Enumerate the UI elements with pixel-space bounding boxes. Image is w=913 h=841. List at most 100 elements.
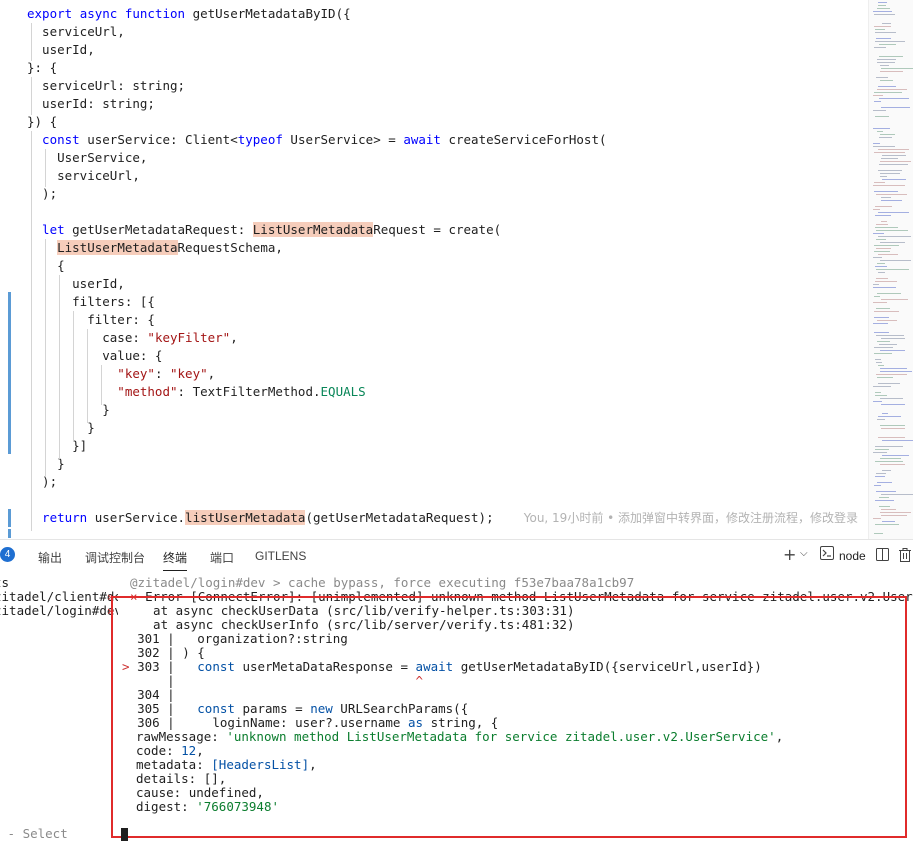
terminal-task-item[interactable]: zitadel/client#dev bbox=[0, 590, 118, 604]
minimap-line bbox=[875, 281, 897, 282]
trash-icon[interactable] bbox=[899, 548, 911, 566]
code-line[interactable]: }: { bbox=[27, 59, 57, 77]
minimap-line bbox=[873, 323, 888, 324]
minimap-line bbox=[874, 353, 892, 354]
terminal-icon[interactable] bbox=[820, 546, 834, 564]
minimap-line bbox=[873, 284, 879, 285]
chevron-down-icon[interactable]: ⌵ bbox=[800, 548, 808, 559]
code-line[interactable]: } bbox=[27, 419, 95, 437]
minimap-line bbox=[882, 155, 906, 156]
minimap-line bbox=[874, 92, 902, 93]
minimap-line bbox=[873, 128, 890, 129]
minimap-line bbox=[878, 236, 911, 237]
terminal-task-item[interactable]: ts bbox=[0, 576, 9, 590]
minimap-line bbox=[875, 227, 898, 228]
code-line[interactable]: } bbox=[27, 401, 110, 419]
minimap-line bbox=[881, 197, 891, 198]
minimap-line bbox=[873, 386, 891, 387]
terminal-profile-label[interactable]: node bbox=[839, 549, 866, 563]
minimap-line bbox=[882, 470, 891, 471]
terminal-header-line: @zitadel/login#dev > cache bypass, force… bbox=[130, 575, 635, 590]
git-blame-annotation: You, 19小时前 • 添加弹窗中转界面，修改注册流程，修改登录 bbox=[523, 511, 859, 525]
tab-gitlens[interactable]: GITLENS bbox=[255, 549, 306, 563]
active-tab-underline bbox=[163, 570, 187, 571]
minimap-line bbox=[876, 473, 886, 474]
minimap-line bbox=[874, 251, 890, 252]
minimap-line bbox=[874, 152, 905, 153]
minimap-line bbox=[876, 374, 907, 375]
code-line[interactable]: filter: { bbox=[27, 311, 155, 329]
minimap-line bbox=[879, 44, 896, 45]
minimap-line bbox=[880, 512, 911, 513]
code-line[interactable]: export async function getUserMetadataByI… bbox=[27, 5, 351, 23]
minimap-line bbox=[875, 500, 894, 501]
code-line[interactable]: serviceUrl, bbox=[27, 167, 140, 185]
minimap-line bbox=[877, 131, 883, 132]
code-line[interactable]: }] bbox=[27, 437, 87, 455]
code-line[interactable]: "key": "key", bbox=[27, 365, 215, 383]
minimap-line bbox=[878, 437, 905, 438]
minimap-line bbox=[877, 62, 895, 63]
error-highlight-box bbox=[111, 596, 907, 838]
minimap-line bbox=[875, 41, 905, 42]
minimap-line bbox=[880, 350, 905, 351]
minimap-line bbox=[875, 116, 889, 117]
tab-debug-console[interactable]: 调试控制台 bbox=[85, 549, 145, 566]
minimap-line bbox=[880, 71, 903, 72]
indent-guide bbox=[45, 149, 46, 187]
code-line[interactable]: let getUserMetadataRequest: ListUserMeta… bbox=[27, 221, 501, 239]
split-icon[interactable] bbox=[876, 548, 889, 565]
code-line[interactable]: }) { bbox=[27, 113, 57, 131]
code-editor[interactable]: export async function getUserMetadataByI… bbox=[0, 0, 868, 538]
code-line[interactable]: "method": TextFilterMethod.EQUALS bbox=[27, 383, 365, 401]
plus-icon[interactable]: + bbox=[783, 545, 796, 564]
code-line[interactable]: userId, bbox=[27, 41, 95, 59]
minimap-line bbox=[880, 134, 895, 135]
minimap-line bbox=[879, 56, 903, 57]
minimap-line bbox=[881, 404, 905, 405]
minimap-line bbox=[874, 182, 885, 183]
minimap-line bbox=[878, 170, 902, 171]
tab-output[interactable]: 输出 bbox=[38, 549, 62, 566]
minimap-line bbox=[878, 5, 886, 6]
tab-ports[interactable]: 端口 bbox=[210, 549, 234, 566]
minimap-line bbox=[875, 206, 892, 207]
minimap-line bbox=[877, 377, 893, 378]
terminal-task-list[interactable]: ts zitadel/client#dev zitadel/login#dev … bbox=[0, 572, 118, 841]
code-line[interactable]: serviceUrl, bbox=[27, 23, 125, 41]
code-line[interactable]: userId: string; bbox=[27, 95, 155, 113]
code-line[interactable]: userId, bbox=[27, 275, 125, 293]
minimap-line bbox=[876, 194, 907, 195]
minimap-line bbox=[880, 176, 887, 177]
code-line[interactable]: ListUserMetadataRequestSchema, bbox=[27, 239, 283, 257]
code-line[interactable]: filters: [{ bbox=[27, 293, 155, 311]
code-line[interactable]: value: { bbox=[27, 347, 162, 365]
minimap-line bbox=[880, 65, 889, 66]
terminal-task-item[interactable]: zitadel/login#dev bbox=[0, 604, 118, 618]
minimap-line bbox=[873, 209, 880, 210]
minimap-line bbox=[875, 476, 885, 477]
code-line[interactable]: serviceUrl: string; bbox=[27, 77, 185, 95]
minimap-line bbox=[876, 248, 891, 249]
minimap-line bbox=[873, 257, 882, 258]
minimap-line bbox=[880, 368, 907, 369]
terminal-cursor bbox=[121, 828, 128, 841]
git-modified-marker[interactable] bbox=[8, 529, 11, 538]
minimap-line bbox=[875, 449, 889, 450]
git-modified-marker[interactable] bbox=[8, 509, 11, 527]
minimap-line bbox=[880, 398, 903, 399]
tab-terminal[interactable]: 终端 bbox=[163, 549, 187, 566]
minimap-line bbox=[880, 425, 905, 426]
indent-guide bbox=[31, 77, 32, 115]
minimap-line bbox=[881, 68, 913, 69]
git-modified-marker[interactable] bbox=[8, 292, 11, 454]
minimap-line bbox=[880, 371, 912, 372]
indent-guide bbox=[45, 239, 46, 477]
minimap-line bbox=[873, 287, 896, 288]
minimap[interactable] bbox=[868, 0, 913, 540]
problems-count-badge[interactable]: 4 bbox=[0, 547, 15, 562]
minimap-line bbox=[876, 278, 888, 279]
code-line[interactable]: return userService.listUserMetadata(getU… bbox=[27, 509, 858, 527]
minimap-line bbox=[882, 440, 913, 441]
code-line[interactable]: const userService: Client<typeof UserSer… bbox=[27, 131, 606, 149]
